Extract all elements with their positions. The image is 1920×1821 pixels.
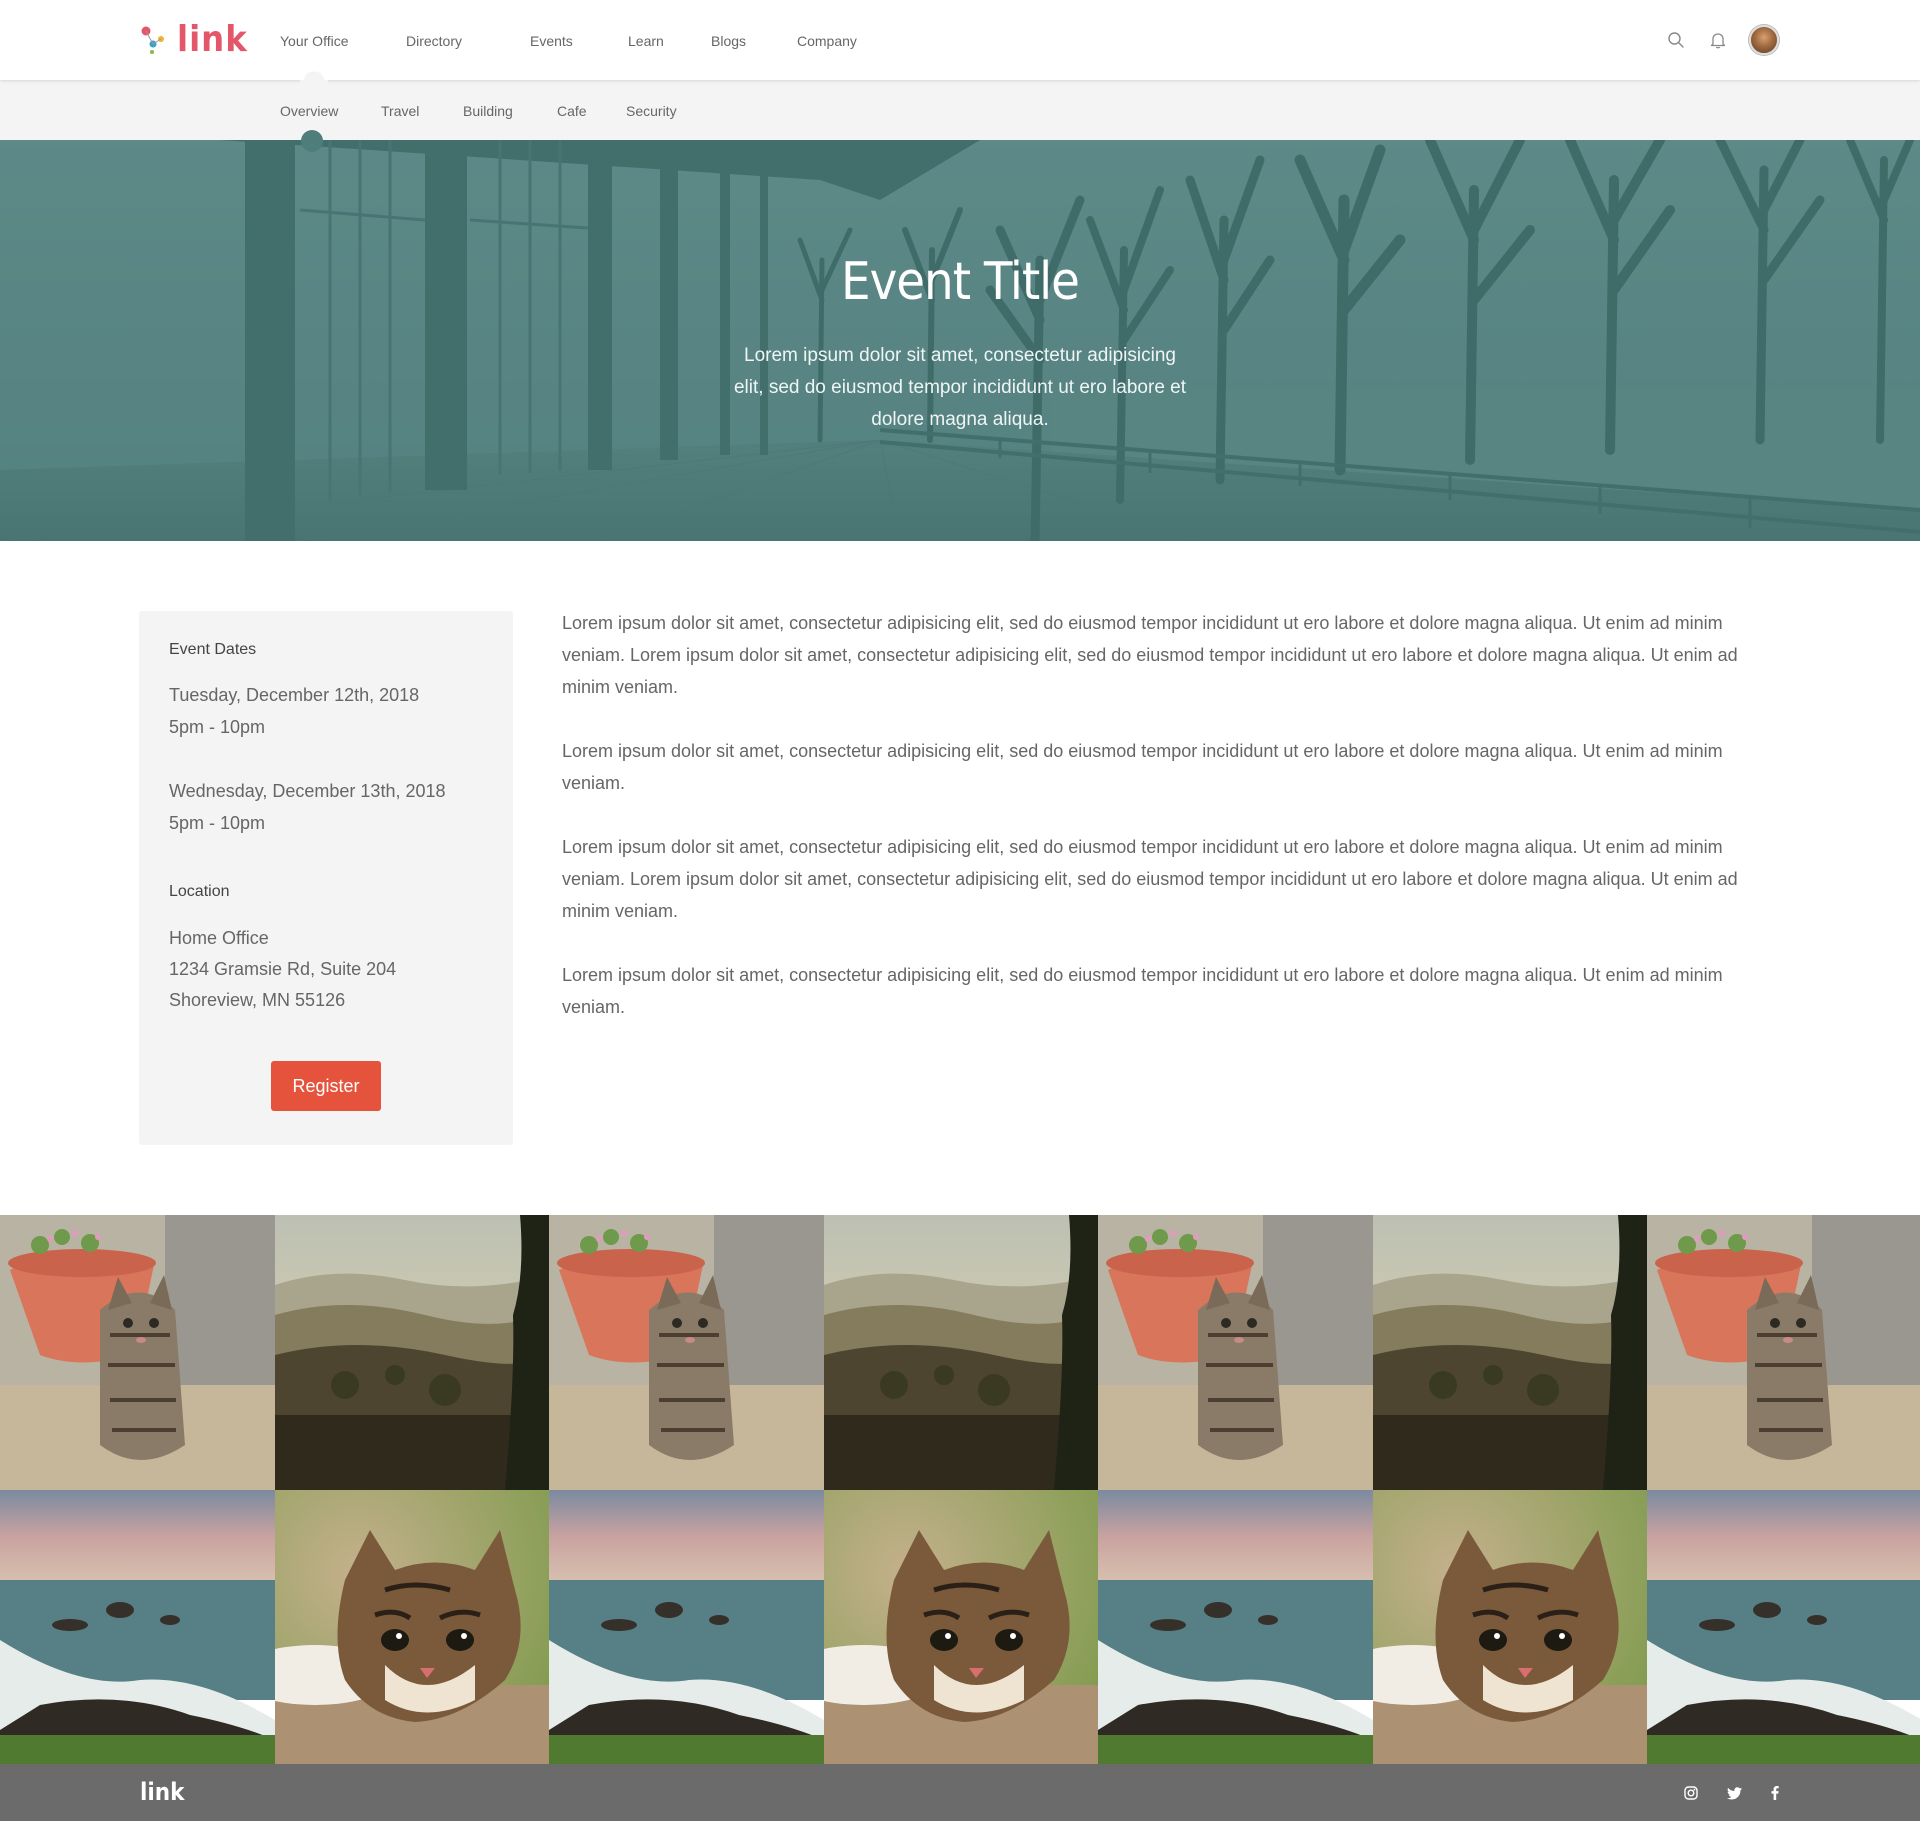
location-street: 1234 Gramsie Rd, Suite 204 (169, 959, 397, 979)
nav-item-events[interactable]: Events (530, 0, 573, 80)
seaside-rocks-photo[interactable] (1098, 1489, 1373, 1764)
facebook-icon[interactable] (1763, 1781, 1787, 1805)
location-label: Location (169, 883, 230, 900)
nav-item-company[interactable]: Company (797, 0, 857, 80)
footer-logo[interactable]: link (140, 1777, 185, 1807)
seaside-rocks-photo[interactable] (0, 1489, 275, 1764)
description-paragraph: Lorem ipsum dolor sit amet, consectetur … (562, 965, 1723, 1017)
instagram-icon[interactable] (1679, 1781, 1703, 1805)
location-city: Shoreview, MN 55126 (169, 990, 346, 1010)
sub-navigation-bar: Overview Travel Building Cafe Security (0, 80, 1920, 140)
search-icon[interactable] (1660, 24, 1692, 56)
kitten-closeup-photo[interactable] (823, 1489, 1099, 1764)
seaside-rocks-photo[interactable] (1647, 1489, 1920, 1764)
event-date-2-time: 5pm - 10pm (169, 813, 266, 833)
kitten-closeup-photo[interactable] (1372, 1489, 1648, 1764)
subnav-item-building[interactable]: Building (463, 80, 513, 140)
seaside-rocks-photo[interactable] (549, 1489, 824, 1764)
event-date-2-day: Wednesday, December 13th, 2018 (169, 781, 446, 801)
kitten-flowerpot-photo[interactable] (549, 1215, 824, 1490)
kitten-closeup-photo[interactable] (274, 1489, 550, 1764)
nav-item-learn[interactable]: Learn (628, 0, 664, 80)
subnav-item-cafe[interactable]: Cafe (557, 80, 587, 140)
event-dates-label: Event Dates (169, 641, 257, 658)
event-date-1-day: Tuesday, December 12th, 2018 (169, 685, 420, 705)
brand-wordmark: link (177, 19, 248, 60)
event-title: Event Title (841, 252, 1080, 312)
twitter-icon[interactable] (1722, 1781, 1746, 1805)
kitten-flowerpot-photo[interactable] (1098, 1215, 1373, 1490)
description-paragraph: Lorem ipsum dolor sit amet, consectetur … (562, 741, 1723, 793)
event-details-card: Event Dates Tuesday, December 12th, 2018… (139, 611, 513, 1145)
bell-icon[interactable] (1702, 24, 1734, 56)
active-subnav-indicator (301, 130, 323, 152)
top-navigation-bar: link Your Office Directory Events Learn … (0, 0, 1920, 80)
kitten-flowerpot-photo[interactable] (1647, 1215, 1920, 1490)
user-avatar-image (1749, 25, 1779, 55)
avatar[interactable] (1748, 24, 1780, 56)
subnav-item-travel[interactable]: Travel (381, 80, 419, 140)
nav-item-blogs[interactable]: Blogs (711, 0, 746, 80)
event-description: Lorem ipsum dolor sit amet, consectetur … (562, 607, 1782, 1055)
description-paragraph: Lorem ipsum dolor sit amet, consectetur … (562, 613, 1738, 697)
hills-landscape-photo[interactable] (823, 1215, 1099, 1490)
logo-dots-icon (141, 26, 164, 54)
nav-item-your-office[interactable]: Your Office (280, 0, 349, 80)
kitten-flowerpot-photo[interactable] (0, 1215, 275, 1490)
hills-landscape-photo[interactable] (1372, 1215, 1648, 1490)
site-footer: link (0, 1764, 1920, 1821)
description-paragraph: Lorem ipsum dolor sit amet, consectetur … (562, 837, 1738, 921)
event-subtitle: Lorem ipsum dolor sit amet, consectetur … (733, 345, 1187, 430)
nav-item-directory[interactable]: Directory (406, 0, 462, 80)
hero-banner: Event Title Lorem ipsum dolor sit amet, … (0, 140, 1920, 541)
hills-landscape-photo[interactable] (274, 1215, 550, 1490)
brand-logo[interactable]: link (141, 22, 248, 58)
register-button[interactable]: Register (271, 1061, 381, 1111)
event-date-1-time: 5pm - 10pm (169, 717, 266, 737)
location-name: Home Office (169, 928, 269, 948)
subnav-item-security[interactable]: Security (626, 80, 677, 140)
active-nav-indicator-base (300, 80, 328, 94)
photo-gallery (0, 1215, 1920, 1764)
